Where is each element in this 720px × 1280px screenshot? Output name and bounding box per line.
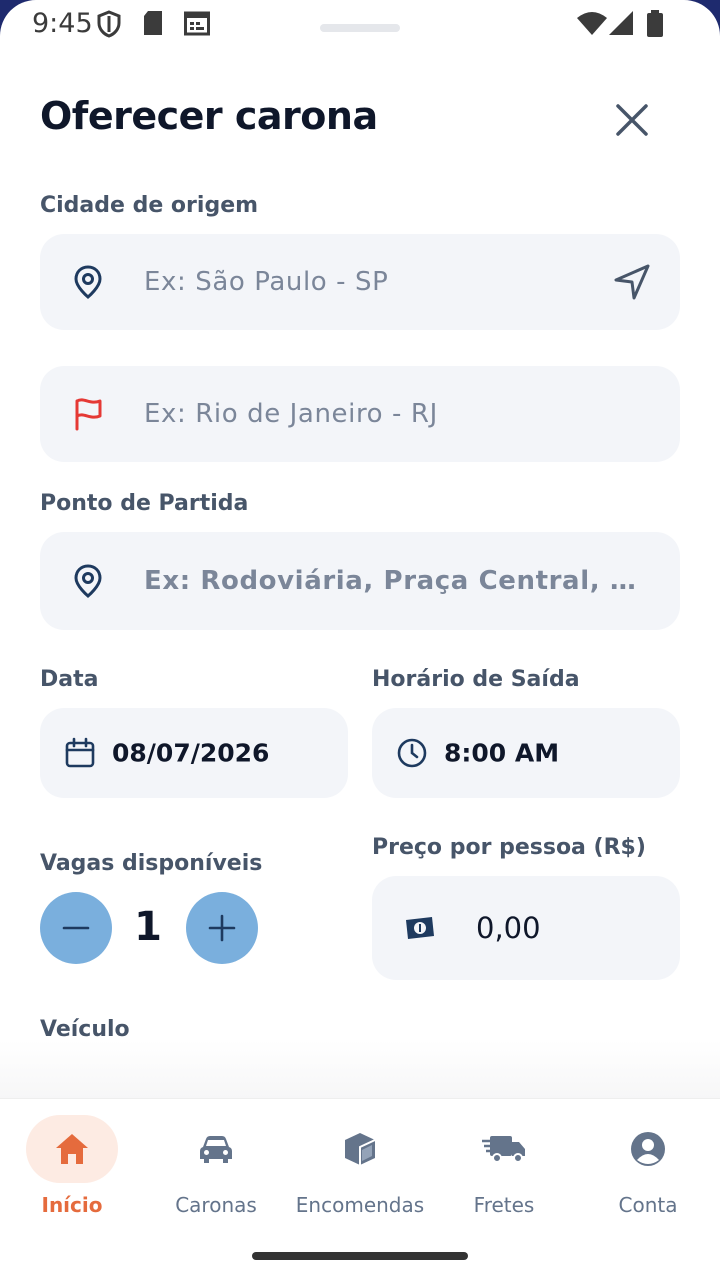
shield-icon xyxy=(97,10,121,38)
package-icon xyxy=(345,1133,376,1165)
wifi-icon xyxy=(577,12,607,35)
location-pin-icon xyxy=(74,564,102,598)
nav-item-fretes[interactable]: Fretes xyxy=(432,1115,576,1225)
plus-icon xyxy=(208,914,236,942)
minus-icon xyxy=(62,926,90,930)
status-time: 9:45 xyxy=(32,8,93,39)
car-icon xyxy=(200,1136,232,1163)
time-label: Horário de Saída xyxy=(372,667,580,692)
clock-icon xyxy=(397,738,427,768)
origin-placeholder: Ex: São Paulo - SP xyxy=(144,267,389,297)
departure-point-input[interactable]: Ex: Rodoviária, Praça Central, Post… xyxy=(40,532,680,630)
signal-icon xyxy=(609,11,633,35)
departure-point-label: Ponto de Partida xyxy=(40,491,249,516)
calendar-status-icon xyxy=(184,11,210,36)
nav-label-inicio: Início xyxy=(41,1193,103,1217)
nav-item-conta[interactable]: Conta xyxy=(576,1115,720,1225)
destination-input[interactable]: Ex: Rio de Janeiro - RJ xyxy=(40,366,680,462)
origin-label: Cidade de origem xyxy=(40,193,259,218)
close-icon[interactable] xyxy=(608,96,656,144)
nav-item-caronas[interactable]: Caronas xyxy=(144,1115,288,1225)
nav-item-inicio[interactable]: Início xyxy=(0,1115,144,1225)
calendar-icon xyxy=(65,737,95,768)
flag-icon xyxy=(75,398,102,431)
seats-count: 1 xyxy=(134,904,162,950)
date-picker[interactable]: 08/07/2026 xyxy=(40,708,348,798)
time-value: 8:00 AM xyxy=(444,738,560,768)
date-value: 08/07/2026 xyxy=(112,738,270,768)
seats-label: Vagas disponíveis xyxy=(40,851,263,876)
truck-icon xyxy=(482,1136,525,1163)
nav-label-conta: Conta xyxy=(618,1193,678,1217)
date-label: Data xyxy=(40,667,99,692)
price-value: 0,00 xyxy=(476,911,541,945)
time-picker[interactable]: 8:00 AM xyxy=(372,708,680,798)
navigation-arrow-icon[interactable] xyxy=(612,262,652,302)
battery-icon xyxy=(647,10,663,37)
increase-seats-button[interactable] xyxy=(186,892,258,964)
nav-label-fretes: Fretes xyxy=(473,1193,535,1217)
vehicle-label: Veículo xyxy=(40,1017,130,1042)
nav-label-caronas: Caronas xyxy=(175,1193,257,1217)
scroll-fade xyxy=(0,1040,720,1100)
location-pin-icon xyxy=(74,265,102,299)
price-label: Preço por pessoa (R$) xyxy=(372,835,646,860)
home-indicator[interactable] xyxy=(252,1252,468,1260)
bottom-sheet: 9:45 Oferecer carona Cidade de origem Ex… xyxy=(0,0,720,1280)
decrease-seats-button[interactable] xyxy=(40,892,112,964)
sd-card-icon xyxy=(144,11,162,35)
nav-label-encomendas: Encomendas xyxy=(295,1193,425,1217)
origin-input[interactable]: Ex: São Paulo - SP xyxy=(40,234,680,330)
drag-handle[interactable] xyxy=(320,24,400,32)
money-icon xyxy=(406,917,434,939)
home-icon xyxy=(56,1134,88,1164)
account-icon xyxy=(631,1132,665,1166)
nav-item-encomendas[interactable]: Encomendas xyxy=(288,1115,432,1225)
price-input[interactable]: 0,00 xyxy=(372,876,680,980)
departure-point-placeholder: Ex: Rodoviária, Praça Central, Post… xyxy=(144,566,644,596)
page-title: Oferecer carona xyxy=(40,94,378,138)
destination-placeholder: Ex: Rio de Janeiro - RJ xyxy=(144,399,438,429)
